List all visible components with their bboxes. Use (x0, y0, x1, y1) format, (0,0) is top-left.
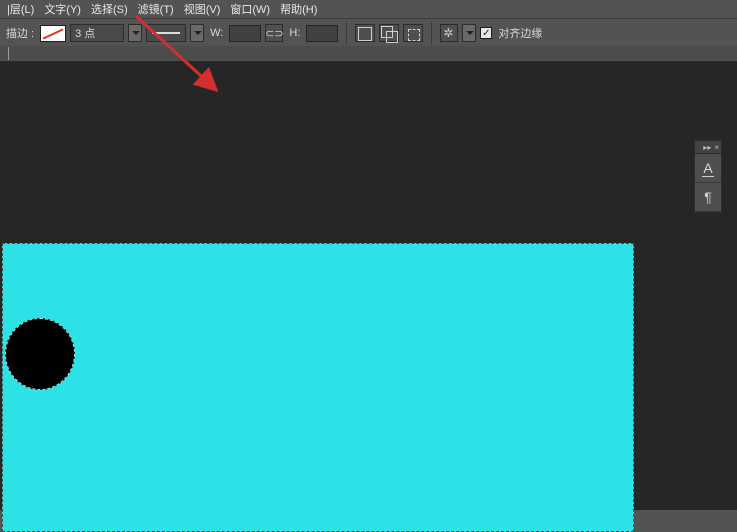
path-align-button-1[interactable] (355, 24, 375, 42)
link-wh-icon[interactable]: ⊂⊃ (265, 24, 283, 42)
collapsed-panel: ▸▸ × A (694, 140, 722, 213)
height-input[interactable] (306, 25, 338, 42)
stroke-weight-field[interactable]: 3 点 (70, 24, 124, 42)
workspace: ▸▸ × A (0, 46, 737, 510)
menu-select[interactable]: 选择(S) (86, 0, 133, 18)
stroke-style-dropdown[interactable] (190, 24, 204, 42)
align-edges-checkbox[interactable]: ✓ (480, 27, 492, 39)
menu-text[interactable]: 文字(Y) (39, 0, 86, 18)
shape-circle-selection[interactable] (5, 318, 75, 390)
width-label: W: (210, 27, 223, 39)
width-input[interactable] (229, 25, 261, 42)
panel-close-icon[interactable]: × (714, 143, 719, 152)
panel-collapse-icon[interactable]: ▸▸ (703, 143, 711, 152)
menu-view[interactable]: 视图(V) (179, 0, 226, 18)
menu-filter[interactable]: 滤镜(T) (133, 0, 179, 18)
panel-header[interactable]: ▸▸ × (695, 141, 721, 154)
gear-dropdown[interactable] (462, 24, 476, 42)
menu-help[interactable]: 帮助(H) (275, 0, 322, 18)
separator (431, 22, 432, 44)
menu-bar: |层(L) 文字(Y) 选择(S) 滤镜(T) 视图(V) 窗口(W) 帮助(H… (0, 0, 737, 19)
stroke-weight-dropdown[interactable] (128, 24, 142, 42)
path-align-button-3[interactable] (403, 24, 423, 42)
menu-window[interactable]: 窗口(W) (225, 0, 275, 18)
height-label: H: (289, 27, 300, 39)
stroke-label: 描边 : (6, 25, 34, 41)
path-align-button-2[interactable] (379, 24, 399, 42)
gear-icon[interactable] (440, 24, 458, 42)
separator (346, 22, 347, 44)
canvas[interactable] (2, 243, 634, 532)
align-edges-label: 对齐边缘 (498, 25, 542, 41)
paragraph-panel-icon[interactable] (695, 183, 721, 212)
stroke-color-swatch[interactable] (40, 25, 66, 42)
options-bar: 描边 : 3 点 W: ⊂⊃ H: ✓ 对齐边缘 (0, 19, 737, 48)
menu-layer[interactable]: |层(L) (2, 0, 39, 18)
ruler-horizontal[interactable] (0, 46, 737, 62)
stroke-style-button[interactable] (146, 24, 186, 42)
character-panel-icon[interactable]: A (695, 154, 721, 183)
